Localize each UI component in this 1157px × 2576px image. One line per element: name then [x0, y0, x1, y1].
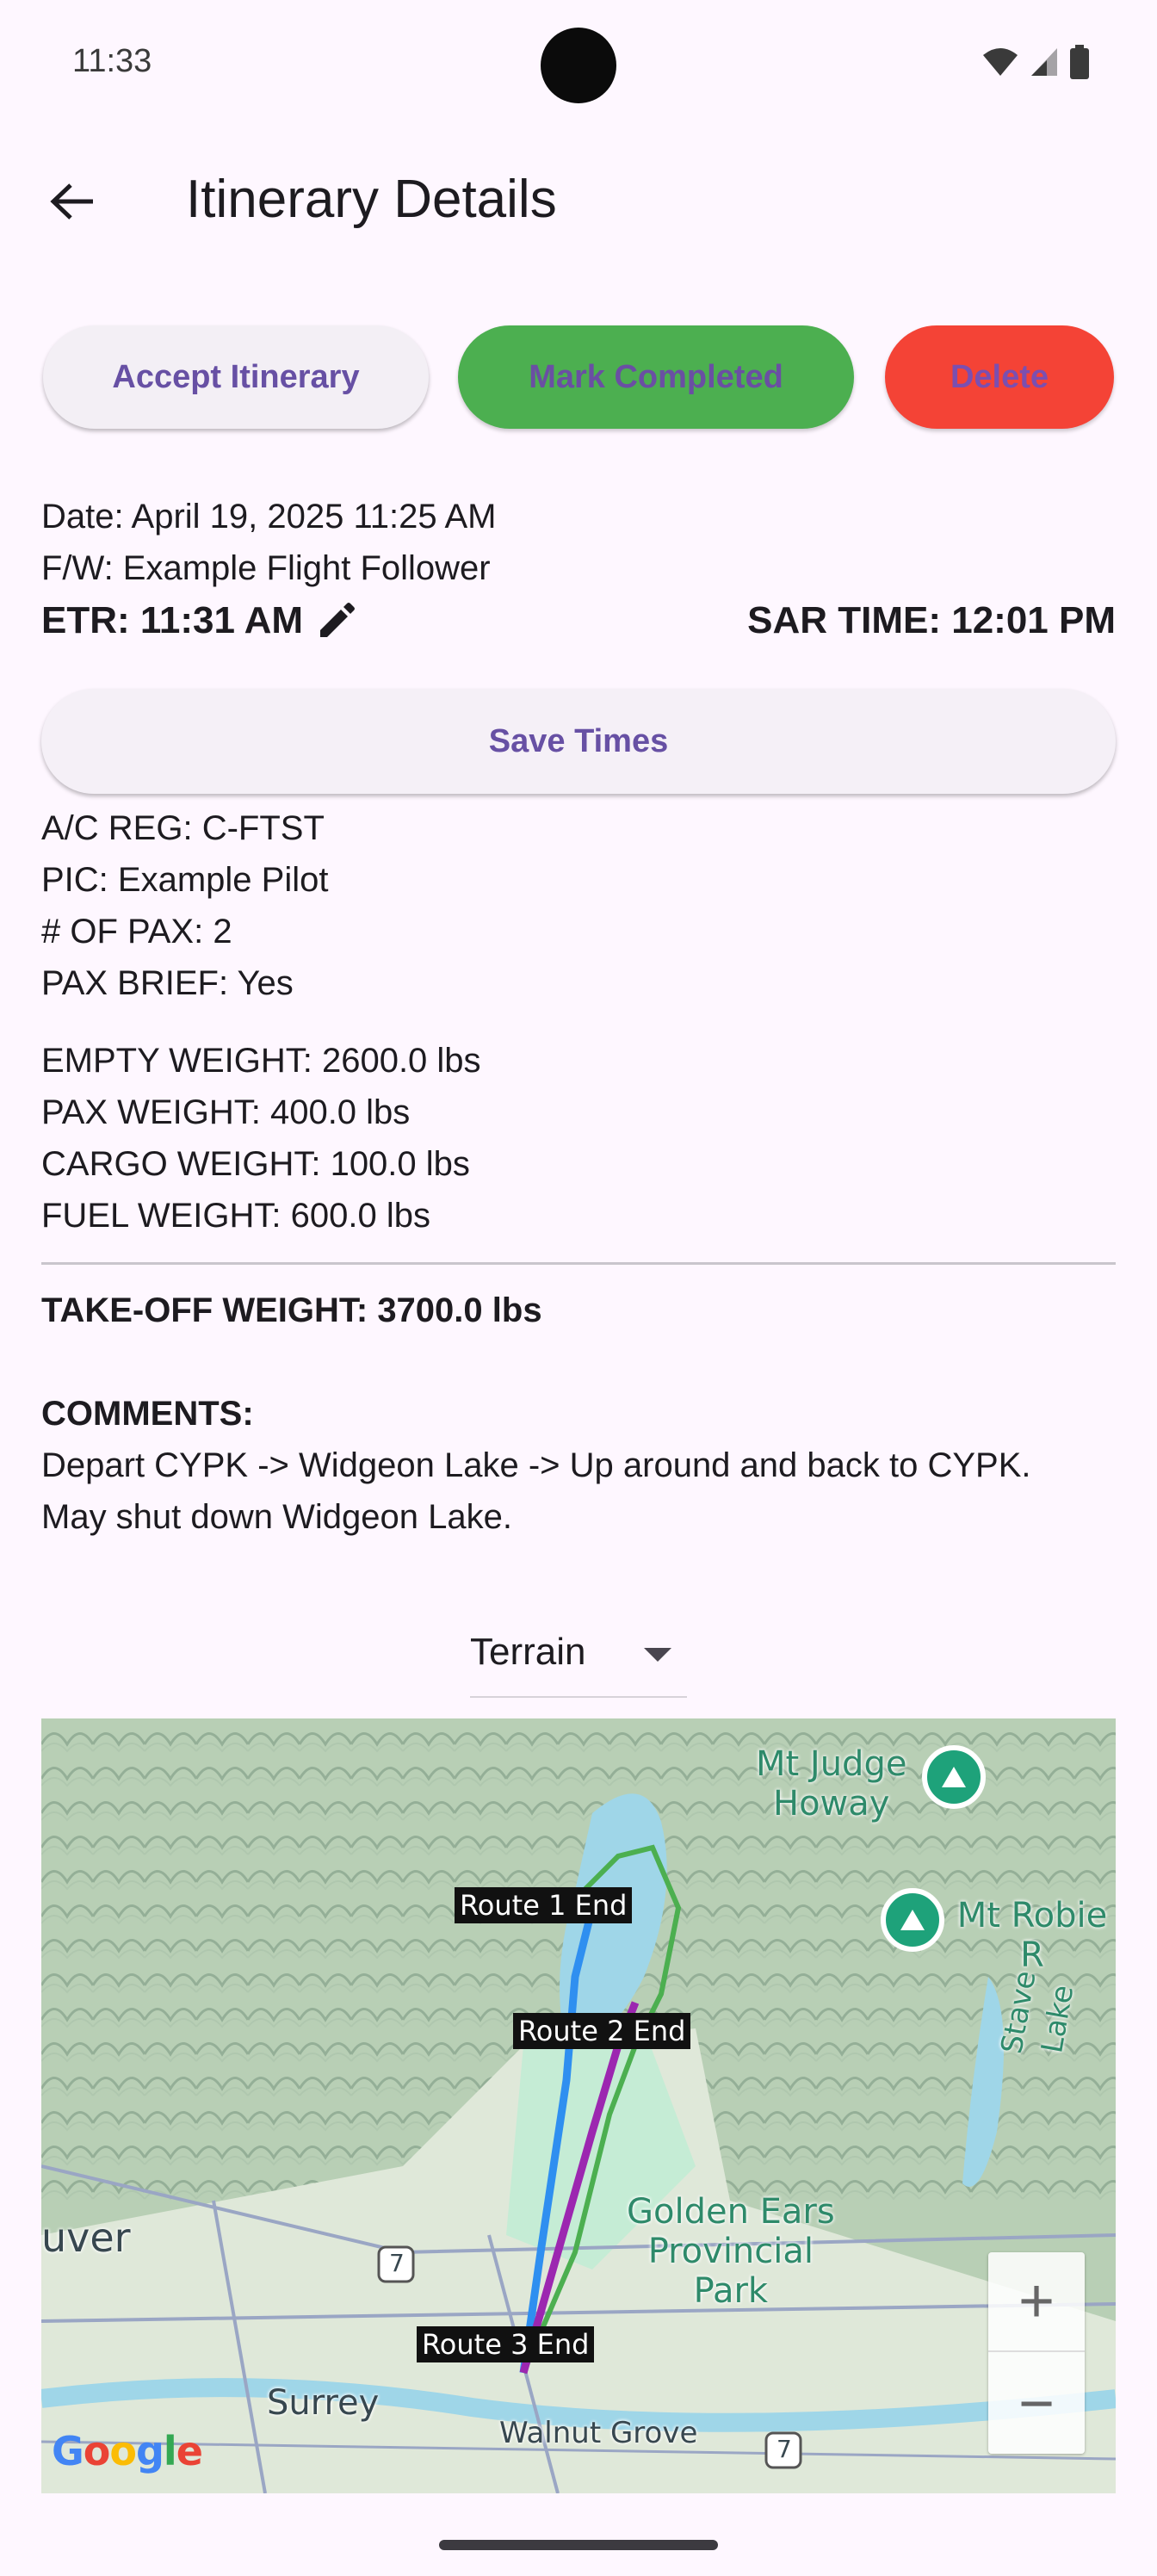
map-type-value: Terrain — [470, 1631, 586, 1673]
mark-completed-button[interactable]: Mark Completed — [458, 325, 854, 429]
map-view[interactable]: Route 1 End Route 2 End Route 3 End Mt J… — [41, 1718, 1116, 2493]
save-times-button[interactable]: Save Times — [41, 689, 1116, 794]
times-row: ETR: 11:31 AM SAR TIME: 12:01 PM — [41, 599, 1116, 651]
highway-7-shield-b: 7 — [776, 2435, 792, 2463]
signal-icon — [1031, 48, 1057, 76]
battery-icon — [1070, 45, 1089, 79]
route-1-end-label: Route 1 End — [455, 1887, 633, 1923]
flight-follower-text: F/W: Example Flight Follower — [41, 549, 491, 587]
wifi-icon — [983, 48, 1018, 76]
page-title: Itinerary Details — [186, 170, 557, 229]
arrow-back-icon — [50, 183, 93, 220]
route-2-end-label: Route 2 End — [513, 2013, 691, 2049]
etr-group: ETR: 11:31 AM — [41, 599, 356, 642]
comments-line-1: Depart CYPK -> Widgeon Lake -> Up around… — [41, 1446, 1031, 1484]
zoom-out-button[interactable]: − — [988, 2354, 1085, 2454]
accept-itinerary-button[interactable]: Accept Itinerary — [43, 325, 429, 429]
fuel-weight-text: FUEL WEIGHT: 600.0 lbs — [41, 1197, 430, 1235]
home-indicator[interactable] — [439, 2540, 718, 2550]
delete-button[interactable]: Delete — [885, 325, 1114, 429]
edit-pencil-icon[interactable] — [317, 601, 356, 641]
weights-divider — [41, 1262, 1116, 1265]
comments-line-2: May shut down Widgeon Lake. — [41, 1498, 512, 1536]
status-bar: 11:33 — [0, 0, 1157, 129]
takeoff-weight-text: TAKE-OFF WEIGHT: 3700.0 lbs — [41, 1291, 542, 1329]
app-bar: Itinerary Details — [0, 146, 1157, 258]
num-pax-text: # OF PAX: 2 — [41, 913, 232, 951]
etr-text: ETR: 11:31 AM — [41, 599, 304, 641]
dropdown-arrow-icon — [644, 1648, 671, 1662]
route-3-end-label: Route 3 End — [417, 2326, 595, 2362]
pax-weight-text: PAX WEIGHT: 400.0 lbs — [41, 1093, 411, 1131]
google-logo: Google — [52, 2428, 203, 2474]
back-button[interactable] — [36, 165, 108, 238]
comments-heading: COMMENTS: — [41, 1395, 254, 1433]
map-type-dropdown[interactable]: Terrain — [470, 1619, 687, 1698]
pax-brief-text: PAX BRIEF: Yes — [41, 964, 294, 1002]
camera-cutout — [541, 28, 616, 103]
mt-judge-howay-label: Mt Judge Howay — [756, 1744, 907, 1824]
terrain-map-graphic — [41, 1718, 1116, 2493]
empty-weight-text: EMPTY WEIGHT: 2600.0 lbs — [41, 1042, 481, 1080]
zoom-in-button[interactable]: + — [988, 2252, 1085, 2352]
walnut-grove-label: Walnut Grove — [499, 2416, 698, 2450]
highway-7-shield-a: 7 — [389, 2249, 405, 2277]
cargo-weight-text: CARGO WEIGHT: 100.0 lbs — [41, 1145, 470, 1183]
date-text: Date: April 19, 2025 11:25 AM — [41, 498, 497, 536]
ac-reg-text: A/C REG: C-FTST — [41, 809, 325, 847]
golden-ears-park-label: Golden Ears Provincial Park — [627, 2192, 835, 2311]
pic-text: PIC: Example Pilot — [41, 861, 329, 899]
zoom-controls: + − — [988, 2252, 1085, 2454]
status-icons — [981, 45, 1090, 79]
surrey-label: Surrey — [267, 2383, 380, 2423]
status-time: 11:33 — [72, 43, 152, 79]
vancouver-label: uver — [41, 2214, 131, 2261]
sar-time-text: SAR TIME: 12:01 PM — [747, 599, 1116, 641]
